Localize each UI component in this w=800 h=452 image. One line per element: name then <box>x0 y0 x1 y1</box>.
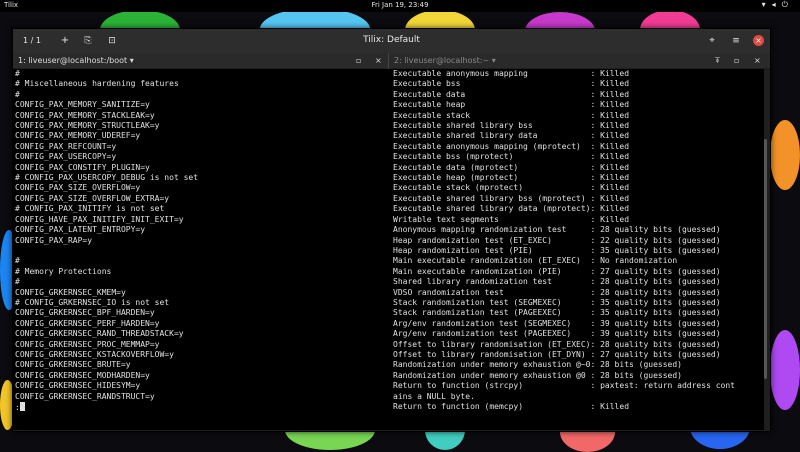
find-icon[interactable]: ⌖ <box>706 34 718 48</box>
terminal-line: Executable stack (mprotect) : Killed <box>393 183 630 193</box>
right-pane-header: 2: liveuser@localhost:~ ▾ ⍕ ▫ × <box>389 53 770 68</box>
scrollbar[interactable] <box>764 139 767 379</box>
text-cursor <box>19 402 25 411</box>
left-pane-title[interactable]: 1: liveuser@localhost:/boot ▾ <box>18 53 134 68</box>
clock[interactable]: Fri Jan 19, 23:49 <box>0 1 800 9</box>
terminal-line: CONFIG_PAX_SIZE_OVERFLOW_EXTRA=y <box>15 193 170 203</box>
terminal-line: CONFIG_PAX_MEMORY_STRUCTLEAK=y <box>15 121 160 131</box>
terminal-line: Executable data : Killed <box>393 89 630 99</box>
terminal-line: # CONFIG_PAX_USERCOPY_DEBUG is not set <box>15 173 199 183</box>
tilix-window: 1 / 1 + ⎘ ⊡ Tilix: Default ⌖ ≡ × 1: live… <box>12 28 771 432</box>
terminal-line: CONFIG_PAX_MEMORY_UDEREF=y <box>15 131 141 141</box>
terminal-line: Stack randomization test (SEGMEXEC) : 35… <box>393 297 721 307</box>
terminal-line: Stack randomization test (PAGEEXEC) : 35… <box>393 308 721 318</box>
volume-icon[interactable]: ◂ <box>772 0 782 9</box>
terminal-line: CONFIG_GRKERNSEC_BPF_HARDEN=y <box>15 308 155 318</box>
power-icon[interactable]: ⏻ <box>782 0 794 9</box>
terminal-line: Executable data (mprotect) : Killed <box>393 162 630 172</box>
terminal-line: Executable stack : Killed <box>393 110 630 120</box>
terminal-line: Randomization under memory exhaustion @0… <box>393 370 682 380</box>
terminal-line: CONFIG_PAX_LATENT_ENTROPY=y <box>15 225 146 235</box>
terminal-line: Executable heap (mprotect) : Killed <box>393 173 630 183</box>
system-tray[interactable]: ▾◂⏻ <box>762 0 794 10</box>
terminal-line: Executable shared library bss : Killed <box>393 121 630 131</box>
terminal-line: CONFIG_GRKERNSEC_BRUTE=y <box>15 360 131 370</box>
terminal-line: # Miscellaneous hardening features <box>15 79 179 89</box>
terminal-line: Shared library randomization test : 28 q… <box>393 277 721 287</box>
header-bar: 1 / 1 + ⎘ ⊡ Tilix: Default ⌖ ≡ × <box>13 29 770 53</box>
network-icon[interactable]: ▾ <box>762 0 772 9</box>
terminal-line: CONFIG_PAX_MEMORY_SANITIZE=y <box>15 100 150 110</box>
terminal-line: CONFIG_GRKERNSEC_RAND_THREADSTACK=y <box>15 329 184 339</box>
terminal-line: CONFIG_GRKERNSEC_KSTACKOVERFLOW=y <box>15 349 174 359</box>
window-title: Tilix: Default <box>363 35 420 45</box>
terminal-line: Main executable randomization (ET_EXEC) … <box>393 256 678 266</box>
terminal-line: # <box>15 89 20 99</box>
terminal-line: CONFIG_PAX_USERCOPY=y <box>15 152 117 162</box>
close-icon[interactable]: × <box>753 35 764 46</box>
close-icon[interactable]: × <box>375 53 382 68</box>
terminal-line: CONFIG_PAX_MEMORY_STACKLEAK=y <box>15 110 155 120</box>
terminal-line: Executable shared library data : Killed <box>393 131 630 141</box>
terminal-line: CONFIG_HAVE_PAX_INITIFY_INIT_EXIT=y <box>15 214 184 224</box>
terminal-line: CONFIG_PAX_RAP=y <box>15 235 93 245</box>
terminal-line: CONFIG_GRKERNSEC_RANDSTRUCT=y <box>15 391 155 401</box>
terminal-line: Executable bss (mprotect) : Killed <box>393 152 630 162</box>
terminal-line: CONFIG_PAX_CONSTIFY_PLUGIN=y <box>15 162 150 172</box>
terminal-line: Offset to library randomisation (ET_EXEC… <box>393 339 721 349</box>
terminal-line: Heap randomization test (PIE) : 35 quali… <box>393 245 721 255</box>
wallpaper-blob <box>770 120 800 190</box>
terminal-left[interactable]: # # Miscellaneous hardening features # CONF… <box>13 69 390 430</box>
terminal-line: Return to function (memcpy) : Killed <box>393 402 630 411</box>
terminal-line: ains a NULL byte. <box>393 391 475 401</box>
terminal-line: Heap randomization test (ET_EXEC) : 22 q… <box>393 235 721 245</box>
terminal-line: CONFIG_PAX_SIZE_OVERFLOW=y <box>15 183 141 193</box>
terminal-line: # CONFIG_PAX_INITIFY is not set <box>15 204 165 214</box>
terminal-line: Return to function (strcpy) : paxtest: r… <box>393 381 735 391</box>
terminal-line: Executable heap : Killed <box>393 100 630 110</box>
terminal-line: # CONFIG_GRKERNSEC_IO is not set <box>15 297 170 307</box>
terminal-line: Offset to library randomisation (ET_DYN)… <box>393 349 721 359</box>
terminal-line: Writable text segments : Killed <box>393 214 630 224</box>
maximize-icon[interactable]: ▫ <box>356 53 361 68</box>
terminal-line: CONFIG_GRKERNSEC_MODHARDEN=y <box>15 370 150 380</box>
terminal-line: Randomization under memory exhaustion @~… <box>393 360 682 370</box>
terminal-right[interactable]: Executable anonymous mapping : Killed Exe… <box>389 69 764 430</box>
terminal-line: CONFIG_GRKERNSEC_HIDESYM=y <box>15 381 141 391</box>
terminal-line: Main executable randomization (PIE) : 27… <box>393 266 721 276</box>
left-pane-header: 1: liveuser@localhost:/boot ▾ ▫ × <box>13 53 388 68</box>
maximize-icon[interactable]: ▫ <box>734 53 739 68</box>
terminal-line: Executable shared library data (mprotect… <box>393 204 630 214</box>
terminal-line: : <box>15 402 390 413</box>
terminal-line: VDSO randomization test : 28 quality bit… <box>393 287 721 297</box>
terminal-line: Executable shared library bss (mprotect)… <box>393 193 630 203</box>
terminal-line: Executable bss : Killed <box>393 79 630 89</box>
terminal-line: Executable anonymous mapping (mprotect) … <box>393 141 630 151</box>
terminal-line: CONFIG_GRKERNSEC_PROC_MEMMAP=y <box>15 339 160 349</box>
terminal-line: # <box>15 69 20 78</box>
menu-icon[interactable]: ≡ <box>730 34 742 48</box>
terminal-line: Anonymous mapping randomization test : 2… <box>393 225 721 235</box>
broadcast-icon[interactable]: ⍕ <box>715 53 720 68</box>
terminal-line: CONFIG_PAX_REFCOUNT=y <box>15 141 117 151</box>
terminal-line: Arg/env randomization test (SEGMEXEC) : … <box>393 318 721 328</box>
terminal-line: # Memory Protections <box>15 266 112 276</box>
terminal-line: # <box>15 256 20 266</box>
terminal-line: # <box>15 277 20 287</box>
terminal-line: Executable anonymous mapping : Killed <box>393 69 630 78</box>
right-pane-title[interactable]: 2: liveuser@localhost:~ ▾ <box>394 53 496 68</box>
terminal-line: CONFIG_GRKERNSEC_PERF_HARDEN=y <box>15 318 160 328</box>
terminal-line: Arg/env randomization test (PAGEEXEC) : … <box>393 329 721 339</box>
system-top-bar: Tilix Fri Jan 19, 23:49 ▾◂⏻ <box>0 0 800 12</box>
close-icon[interactable]: × <box>754 53 761 68</box>
wallpaper-blob <box>770 330 800 410</box>
terminal-line: CONFIG_GRKERNSEC_KMEM=y <box>15 287 126 297</box>
